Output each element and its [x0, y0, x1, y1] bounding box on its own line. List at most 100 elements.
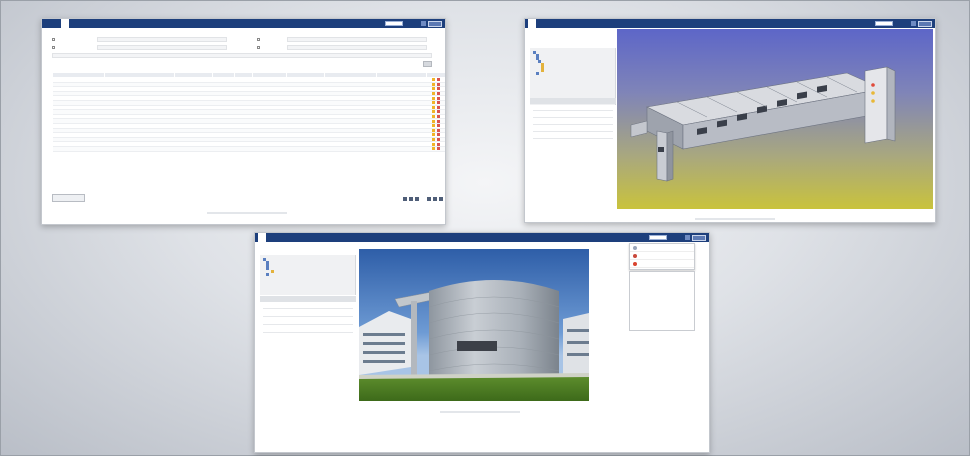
building-image: [359, 280, 589, 401]
footer-caption: [440, 411, 520, 413]
pagination: [369, 196, 443, 202]
delete-icon[interactable]: [437, 92, 440, 95]
delete-icon[interactable]: [437, 137, 440, 141]
edit-icon[interactable]: [432, 114, 435, 118]
edit-icon[interactable]: [432, 133, 435, 137]
delete-icon[interactable]: [437, 124, 440, 128]
context-menu-item[interactable]: [630, 252, 694, 260]
first-page-icon[interactable]: [403, 197, 407, 201]
footer-caption: [695, 218, 775, 220]
checkbox-icon[interactable]: [52, 45, 55, 49]
delete-icon[interactable]: [437, 119, 440, 123]
edit-icon[interactable]: [432, 101, 435, 105]
filter-field[interactable]: [97, 44, 227, 50]
nav-tab-active[interactable]: [528, 19, 536, 28]
edit-icon[interactable]: [432, 124, 435, 128]
results-table: [52, 72, 445, 152]
context-menu-item[interactable]: [630, 260, 694, 268]
table-row[interactable]: [52, 146, 445, 152]
side-panel: [629, 271, 695, 331]
table-cell: [174, 146, 213, 152]
table-cell: [286, 146, 325, 152]
view-icon: [633, 245, 637, 250]
filter-field[interactable]: [97, 36, 227, 42]
edit-icon[interactable]: [432, 78, 435, 82]
row-actions: [426, 146, 445, 152]
pdf-icon: [633, 261, 637, 266]
edit-icon[interactable]: [432, 82, 435, 86]
row-id-link[interactable]: [52, 146, 105, 152]
nav-tab-2[interactable]: [536, 19, 544, 28]
delete-icon[interactable]: [437, 87, 440, 91]
delete-icon[interactable]: [437, 128, 440, 132]
property-row: [533, 119, 613, 125]
edit-icon[interactable]: [432, 119, 435, 123]
top-nav-bar: [42, 19, 445, 28]
property-row: [533, 105, 613, 111]
delete-icon[interactable]: [437, 147, 440, 151]
nav-tab-active[interactable]: [61, 19, 69, 28]
page-size-icon[interactable]: [433, 197, 437, 201]
new-item-button[interactable]: [52, 194, 85, 202]
delete-icon[interactable]: [437, 82, 440, 86]
edit-icon[interactable]: [432, 137, 435, 141]
filter-row[interactable]: [52, 36, 227, 42]
prev-page-icon[interactable]: [409, 197, 413, 201]
nav-tab-active[interactable]: [258, 233, 266, 242]
delete-icon[interactable]: [437, 101, 440, 105]
edit-icon[interactable]: [432, 105, 435, 109]
account-button[interactable]: [428, 20, 442, 27]
filter-field[interactable]: [287, 44, 427, 50]
search-input[interactable]: [385, 21, 403, 26]
edit-icon[interactable]: [432, 147, 435, 151]
3d-viewport[interactable]: [617, 29, 933, 209]
checkbox-icon[interactable]: [52, 37, 55, 41]
filter-field[interactable]: [287, 36, 427, 42]
delete-icon[interactable]: [437, 142, 440, 146]
edit-icon[interactable]: [432, 87, 435, 91]
delete-icon[interactable]: [437, 105, 440, 109]
help-icon[interactable]: [421, 21, 426, 26]
nav-tab-1[interactable]: [45, 19, 53, 28]
search-input[interactable]: [649, 235, 667, 240]
edit-icon[interactable]: [432, 142, 435, 146]
property-row: [533, 112, 613, 118]
account-button[interactable]: [918, 20, 932, 27]
filter-row[interactable]: [257, 44, 427, 50]
nav-tab-2[interactable]: [53, 19, 61, 28]
help-icon[interactable]: [911, 21, 916, 26]
context-menu-item[interactable]: [630, 244, 694, 252]
edit-icon[interactable]: [432, 96, 435, 100]
next-page-icon[interactable]: [415, 197, 419, 201]
page-size-icon[interactable]: [427, 197, 431, 201]
properties-panel: [260, 303, 356, 335]
search-input[interactable]: [875, 21, 893, 26]
nav-tab-3[interactable]: [274, 233, 282, 242]
last-page-icon[interactable]: [439, 197, 443, 201]
delete-icon[interactable]: [437, 114, 440, 118]
delete-icon[interactable]: [437, 110, 440, 114]
edit-icon[interactable]: [432, 128, 435, 132]
tree-node[interactable]: [263, 273, 276, 276]
apply-filter-button[interactable]: [423, 61, 432, 67]
filter-wide-field[interactable]: [52, 52, 432, 58]
filter-row[interactable]: [257, 36, 427, 42]
structure-tree: [533, 51, 546, 75]
edit-icon[interactable]: [432, 110, 435, 114]
account-button[interactable]: [692, 234, 706, 241]
delete-icon[interactable]: [437, 96, 440, 100]
delete-icon[interactable]: [437, 78, 440, 82]
tree-node[interactable]: [533, 72, 546, 75]
part-icon: [266, 273, 269, 276]
checkbox-icon[interactable]: [257, 37, 260, 41]
table-cell: [252, 146, 287, 152]
help-icon[interactable]: [685, 235, 690, 240]
delete-icon[interactable]: [437, 133, 440, 137]
model-viewer-window: [524, 18, 936, 223]
footer-caption: [207, 212, 287, 214]
edit-icon[interactable]: [432, 92, 435, 95]
nav-tab-2[interactable]: [266, 233, 274, 242]
checkbox-icon[interactable]: [257, 45, 260, 49]
filter-row[interactable]: [52, 44, 227, 50]
building-photo[interactable]: [359, 249, 589, 401]
